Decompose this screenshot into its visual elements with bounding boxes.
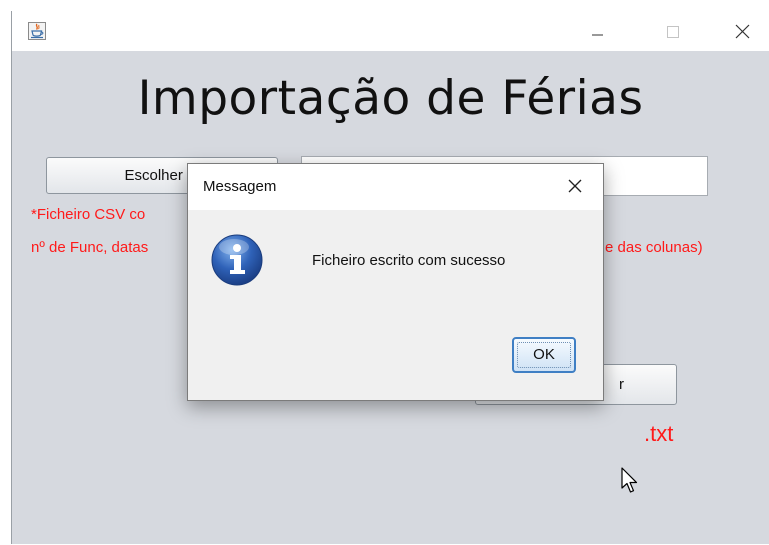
dialog-title: Messagem	[203, 178, 277, 195]
minimize-button[interactable]	[574, 11, 620, 51]
page-title: Importação de Férias	[137, 71, 644, 126]
dialog-close-button[interactable]	[558, 172, 592, 202]
maximize-button[interactable]	[650, 11, 696, 51]
java-app-icon	[28, 22, 46, 40]
csv-format-note: *Ficheiro CSV co	[31, 206, 146, 223]
maximize-icon	[667, 26, 679, 38]
minimize-icon	[592, 34, 603, 36]
ok-button[interactable]: OK	[512, 337, 576, 373]
message-dialog: Messagem Ficheiro escrito com sucesso OK	[187, 163, 604, 401]
window-titlebar[interactable]	[12, 11, 769, 51]
dialog-message: Ficheiro escrito com sucesso	[312, 252, 506, 269]
ok-button-label: OK	[533, 346, 555, 363]
app-window: Importação de Férias Escolher Fi *Fichei…	[11, 11, 769, 544]
mouse-cursor-icon	[621, 467, 638, 493]
csv-columns-note: nº de Func, datas	[31, 239, 149, 256]
close-icon	[568, 179, 582, 193]
window-close-button[interactable]	[719, 11, 765, 51]
csv-columns-note-end: e das colunas)	[605, 239, 703, 256]
info-icon	[211, 234, 263, 286]
dialog-titlebar[interactable]: Messagem	[188, 164, 603, 210]
close-icon	[735, 24, 750, 39]
file-extension-label: .txt	[644, 421, 674, 446]
